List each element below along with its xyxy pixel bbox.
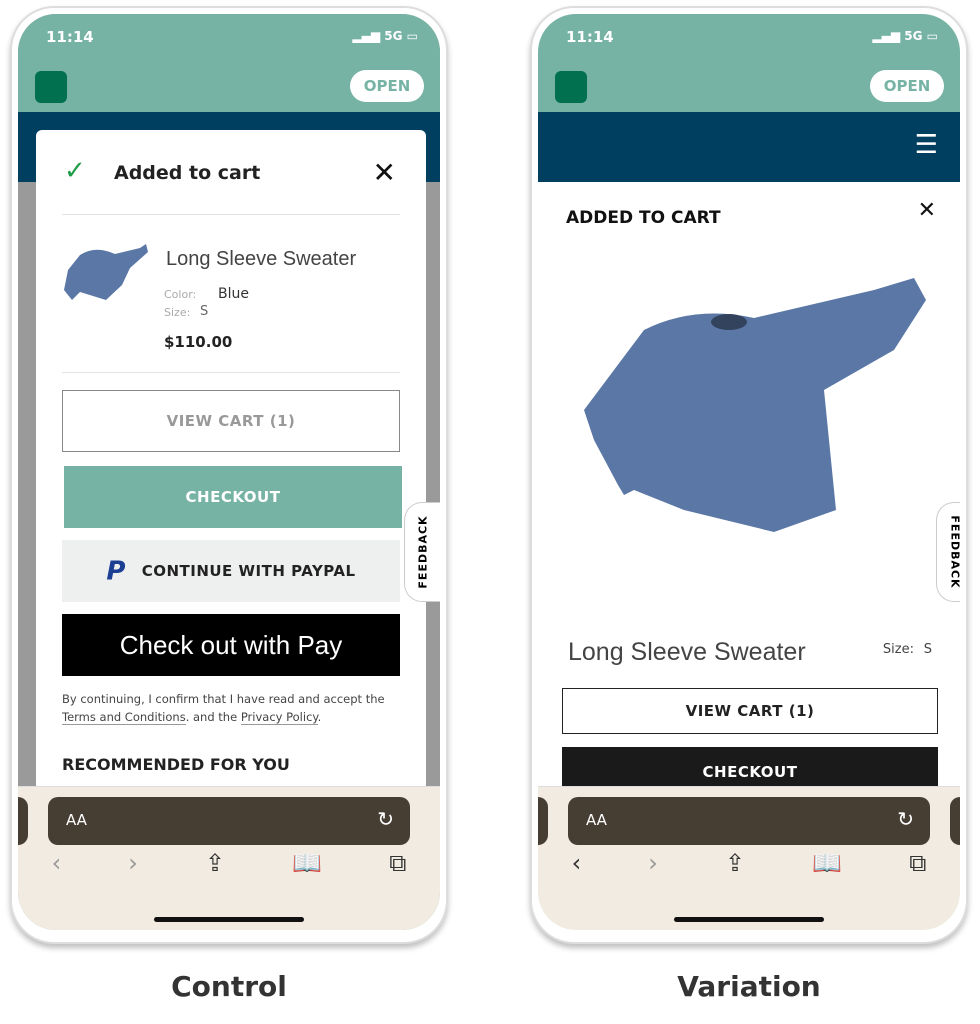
bookmarks-icon[interactable]: 📖 <box>292 849 322 877</box>
feedback-tab[interactable]: FEEDBACK <box>936 502 960 602</box>
phone-variation: 11:14 ▂▄▆ 5G ▭ OPEN ☰ ADDED TO CART ✕ Lo… <box>530 6 968 944</box>
share-icon[interactable]: ⇪ <box>725 849 745 877</box>
bookmarks-icon[interactable]: 📖 <box>812 849 842 877</box>
status-bar: 11:14 ▂▄▆ 5G ▭ OPEN <box>538 14 960 112</box>
control-caption: Control <box>171 970 287 1003</box>
app-logo[interactable] <box>35 71 67 103</box>
apple-pay-label: Check out with <box>119 630 291 660</box>
back-icon[interactable]: ‹ <box>572 849 582 877</box>
signal-icon: ▂▄▆ 5G ▭ <box>872 29 938 43</box>
site-header: ☰ <box>538 112 960 182</box>
check-icon: ✓ <box>64 156 86 186</box>
close-icon[interactable]: ✕ <box>373 156 396 189</box>
color-value: Blue <box>218 286 249 302</box>
home-indicator <box>674 917 824 922</box>
apple-pay-suffix: Pay <box>297 630 343 660</box>
size-value: S <box>200 304 209 319</box>
forward-icon[interactable]: › <box>648 849 658 877</box>
product-image <box>584 278 926 532</box>
terms-text: By continuing, I confirm that I have rea… <box>62 692 385 725</box>
added-to-cart-modal: ✓ Added to cart ✕ Long Sleeve Sweater Co… <box>36 130 426 790</box>
share-icon[interactable]: ⇪ <box>205 849 225 877</box>
product-name: Long Sleeve Sweater <box>166 248 357 270</box>
tabs-icon[interactable]: ⧉ <box>909 849 926 877</box>
checkout-button[interactable]: CHECKOUT <box>64 466 402 528</box>
reader-icon[interactable]: AA <box>66 811 87 829</box>
recommended-heading: RECOMMENDED FOR YOU <box>62 755 290 774</box>
paypal-label: CONTINUE WITH PAYPAL <box>141 562 356 580</box>
size-label: Size: <box>882 642 914 657</box>
terms-link[interactable]: Terms and Conditions <box>62 710 186 725</box>
address-bar[interactable]: AA ↻ <box>48 797 410 845</box>
open-app-button[interactable]: OPEN <box>870 70 944 102</box>
home-indicator <box>154 917 304 922</box>
back-icon[interactable]: ‹ <box>52 849 62 877</box>
prev-tab[interactable] <box>18 797 28 845</box>
product-thumbnail <box>64 244 148 300</box>
app-logo[interactable] <box>555 71 587 103</box>
paypal-icon: P <box>106 556 126 587</box>
feedback-tab[interactable]: FEEDBACK <box>404 502 440 602</box>
status-time: 11:14 <box>566 28 614 46</box>
forward-icon[interactable]: › <box>128 849 138 877</box>
reload-icon[interactable]: ↻ <box>897 807 914 831</box>
modal-title: ADDED TO CART <box>566 208 721 228</box>
close-icon[interactable]: ✕ <box>918 198 936 223</box>
phone-control: 11:14 ▂▄▆ 5G ▭ OPEN ✓ Added to cart ✕ Lo… <box>10 6 448 944</box>
view-cart-button[interactable]: VIEW CART (1) <box>62 390 400 452</box>
open-app-button[interactable]: OPEN <box>350 70 424 102</box>
next-tab[interactable] <box>950 797 960 845</box>
view-cart-button[interactable]: VIEW CART (1) <box>562 688 938 734</box>
browser-toolbar: AA ↻ ‹ › ⇪ 📖 ⧉ <box>18 786 440 930</box>
status-bar: 11:14 ▂▄▆ 5G ▭ OPEN <box>18 14 440 112</box>
size-value: S <box>923 642 932 657</box>
status-time: 11:14 <box>46 28 94 46</box>
modal-title: Added to cart <box>114 162 261 184</box>
product-name: Long Sleeve Sweater <box>568 638 806 666</box>
divider <box>62 372 400 373</box>
reload-icon[interactable]: ↻ <box>377 807 394 831</box>
paypal-button[interactable]: P CONTINUE WITH PAYPAL <box>62 540 400 602</box>
size-label: Size: <box>164 306 191 319</box>
signal-icon: ▂▄▆ 5G ▭ <box>352 29 418 43</box>
divider <box>62 214 400 215</box>
price: $110.00 <box>164 333 233 351</box>
variation-caption: Variation <box>677 970 821 1003</box>
privacy-link[interactable]: Privacy Policy <box>240 710 318 725</box>
address-bar[interactable]: AA ↻ <box>568 797 930 845</box>
reader-icon[interactable]: AA <box>586 811 607 829</box>
browser-toolbar: AA ↻ ‹ › ⇪ 📖 ⧉ <box>538 786 960 930</box>
color-label: Color: <box>164 288 197 301</box>
apple-pay-button[interactable]: Check out with Pay <box>62 614 400 676</box>
tabs-icon[interactable]: ⧉ <box>389 849 406 877</box>
prev-tab[interactable] <box>538 797 548 845</box>
menu-icon[interactable]: ☰ <box>915 130 938 160</box>
